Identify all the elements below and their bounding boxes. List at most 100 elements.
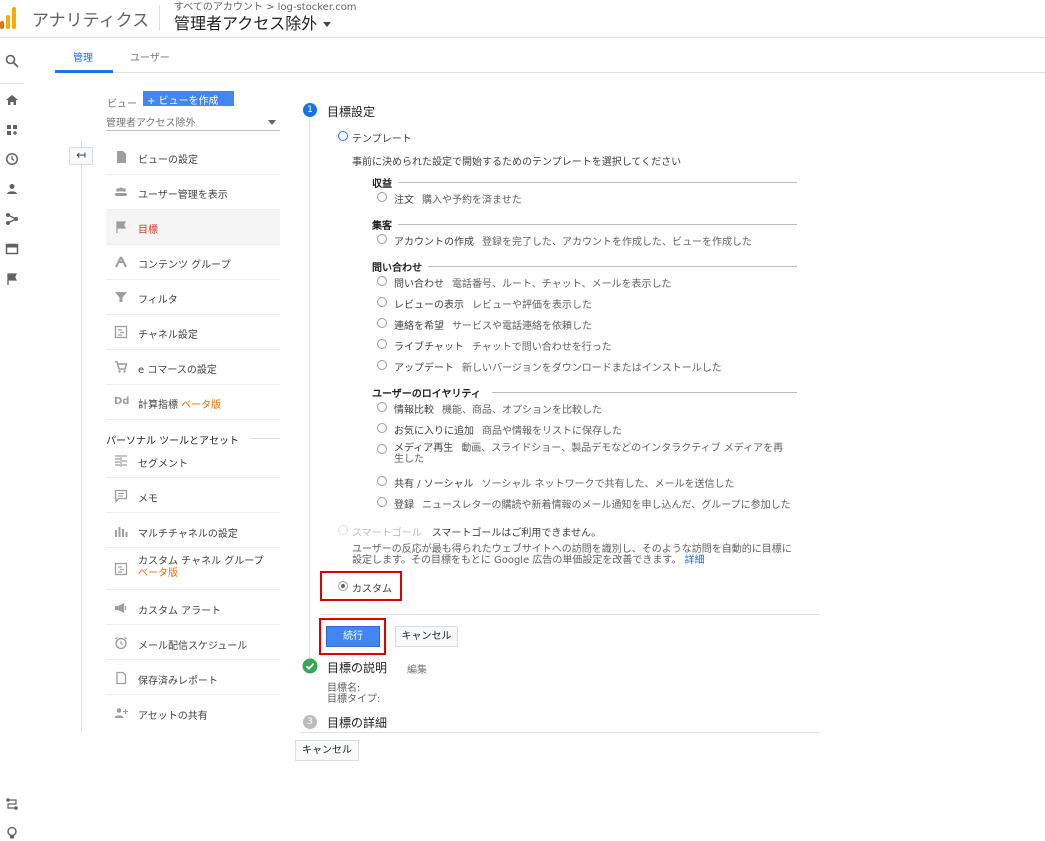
channel-icon [114,325,128,339]
category-heading: 集客 [372,221,392,232]
tab-user[interactable]: ユーザー [130,49,170,64]
rail-divider [0,83,24,84]
option-description: 購入や予約を済ませた [422,195,522,206]
template-option-radio[interactable] [377,497,387,507]
menu-item-annotations[interactable]: メモ [106,478,280,513]
bar-chart-icon [115,527,128,537]
analytics-logo-icon[interactable] [0,5,20,29]
search-icon[interactable] [5,54,19,68]
people-icon [115,187,127,196]
option-name: 注文 [394,195,414,206]
template-option-radio[interactable] [377,476,387,486]
audience-person-icon[interactable] [5,182,19,196]
menu-item-custom-alerts[interactable]: カスタム アラート [106,590,280,625]
customization-icon[interactable] [5,123,19,137]
section-divider [300,732,820,733]
conversions-flag-icon[interactable] [5,272,19,286]
left-rail [0,39,24,841]
back-arrow-button[interactable]: ↤ [69,147,93,165]
option-name: ライブチャット [394,342,464,353]
menu-item-content-grouping[interactable]: コンテンツ グループ [106,245,280,280]
menu-item-label: マルチチャネルの設定 [138,529,238,540]
continue-button[interactable]: 続行 [326,626,380,647]
home-icon[interactable] [5,93,19,107]
menu-item-ecommerce-settings[interactable]: e コマースの設定 [106,350,280,385]
top-header: アナリティクス すべてのアカウント > log-stocker.com 管理者ア… [0,0,1045,38]
template-option-radio[interactable] [377,444,387,454]
template-option-radio[interactable] [377,402,387,412]
template-option: アカウントの作成 登録を完了した、アカウントを作成した、ビューを作成した [394,233,752,248]
cancel-button[interactable]: キャンセル [395,626,458,647]
template-option: 共有 / ソーシャル ソーシャル ネットワークで共有した、メールを送信した [394,475,735,490]
option-name: 問い合わせ [394,279,444,290]
menu-item-view-settings[interactable]: ビューの設定 [106,140,280,175]
menu-item-channel-settings[interactable]: チャネル設定 [106,315,280,350]
attribution-icon[interactable] [5,797,19,811]
template-option-radio[interactable] [377,423,387,433]
option-name: お気に入りに追加 [394,426,474,437]
template-option-radio[interactable] [377,234,387,244]
template-option: 注文 購入や予約を済ませた [394,191,522,206]
tab-admin[interactable]: 管理 [73,49,93,64]
menu-item-label: メール配信スケジュール [138,641,248,652]
template-option-radio[interactable] [377,297,387,307]
discover-lightbulb-icon[interactable] [5,826,19,840]
view-selector-label: 管理者アクセス除外 [174,14,318,33]
view-selector[interactable]: 管理者アクセス除外 [174,10,332,34]
template-label: テンプレート [352,134,412,145]
menu-item-scheduled-emails[interactable]: メール配信スケジュール [106,625,280,660]
realtime-clock-icon[interactable] [5,152,19,166]
filter-icon [115,292,127,302]
alarm-icon [115,637,127,650]
menu-item-label: ユーザー管理を表示 [138,190,228,201]
option-description: 登録を完了した、アカウントを作成した、ビューを作成した [482,237,752,248]
template-option-radio[interactable] [377,360,387,370]
menu-item-view-user-management[interactable]: ユーザー管理を表示 [106,175,280,210]
template-description: 事前に決められた設定で開始するためのテンプレートを選択してください [352,157,682,168]
template-option: 問い合わせ 電話番号、ルート、チャット、メールを表示した [394,275,672,290]
menu-item-filters[interactable]: フィルタ [106,280,280,315]
category-divider [428,266,797,267]
doc-icon [117,151,126,163]
template-option: 登録 ニュースレターの購読や新着情報のメール通知を申し込んだ、グループに参加した [394,496,791,511]
menu-item-label: アセットの共有 [138,711,208,722]
option-description: 新しいバージョンをダウンロードまたはインストールした [462,363,722,374]
behavior-icon[interactable] [5,242,19,256]
menu-item-share-assets[interactable]: アセットの共有 [106,695,280,730]
menu-item-label: フィルタ [138,295,178,306]
column-divider [81,140,82,732]
template-option: ライブチャット チャットで問い合わせを行った [394,338,612,353]
view-dropdown[interactable]: 管理者アクセス除外 [106,114,280,131]
option-name: 連絡を希望 [394,321,444,332]
person-add-icon [114,708,128,718]
create-view-button[interactable]: + ビューを作成 [143,91,234,107]
template-option-radio[interactable] [377,192,387,202]
menu-item-label: コンテンツ グループ [138,260,231,271]
template-option-radio[interactable] [377,318,387,328]
menu-item-multichannel-settings[interactable]: マルチチャネルの設定 [106,513,280,548]
menu-item-label: ビューの設定 [138,155,198,166]
template-option-radio[interactable] [377,276,387,286]
template-option: アップデート 新しいバージョンをダウンロードまたはインストールした [394,359,722,374]
template-radio[interactable] [338,131,348,141]
acquisition-icon[interactable] [5,212,19,226]
template-option: お気に入りに追加 商品や情報をリストに保存した [394,422,622,437]
bottom-cancel-button[interactable]: キャンセル [295,740,359,761]
template-option-radio[interactable] [377,339,387,349]
smart-goal-row: スマートゴール スマートゴールはご利用できません。 [352,524,601,539]
smart-goal-description-line2: 設定します。その目標をもとに Google 広告の単価設定を改善できます。 詳細 [352,551,705,566]
menu-item-goals[interactable]: 目標 [106,210,280,245]
menu-item-segments[interactable]: セグメント [106,443,280,478]
edit-link[interactable]: 編集 [407,661,427,676]
flag-icon [116,221,127,233]
template-option: 連絡を希望 サービスや電話連絡を依頼した [394,317,592,332]
menu-item-calculated-metrics[interactable]: Dd 計算指標 ベータ版 [106,385,280,420]
menu-item-saved-reports[interactable]: 保存済みレポート [106,660,280,695]
menu-item-custom-channel-grouping[interactable]: カスタム チャネル グループ ベータ版 [106,548,280,590]
template-option: レビューの表示 レビューや評価を表示した [394,296,592,311]
section-divider [250,438,280,439]
step-3-badge: 3 [303,715,317,729]
menu-item-label: 目標 [138,225,158,236]
custom-radio[interactable] [338,581,348,591]
learn-more-link[interactable]: 詳細 [685,555,705,566]
